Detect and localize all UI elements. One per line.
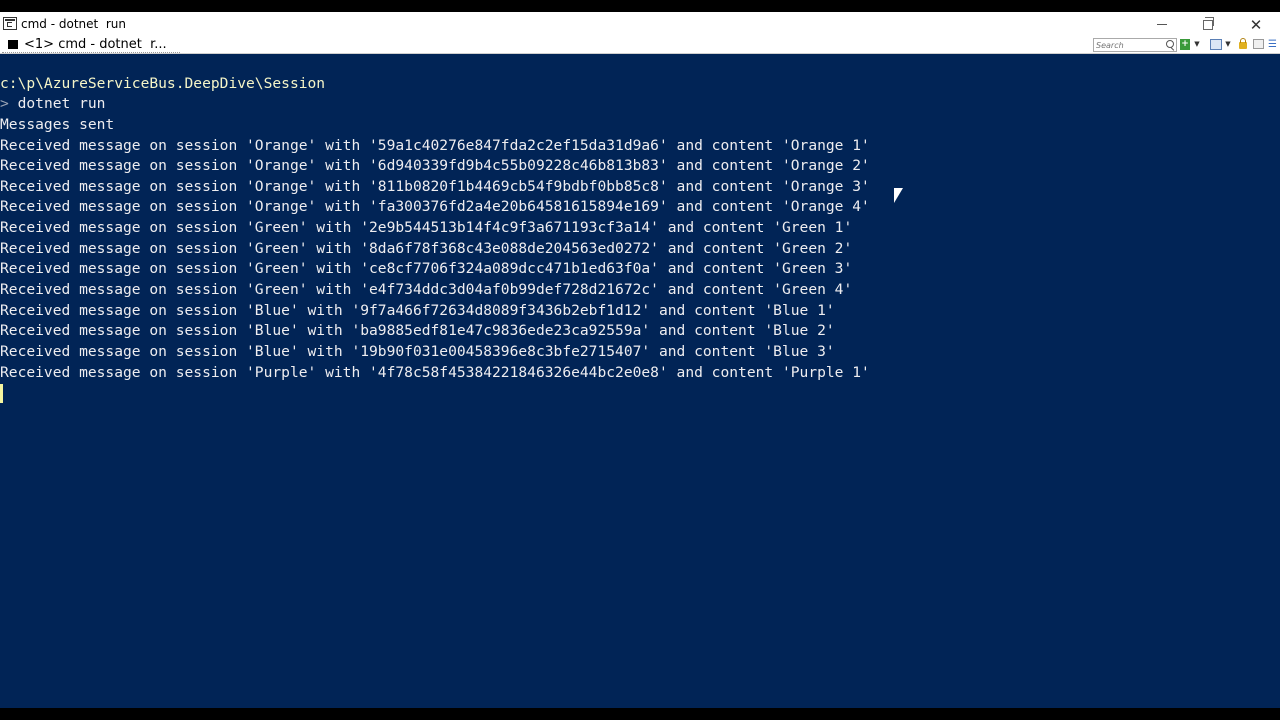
tab-console-1[interactable]: <1> cmd - dotnet r...: [2, 37, 180, 53]
search-input[interactable]: [1096, 39, 1160, 51]
command-line: > dotnet run: [0, 94, 105, 114]
search-icon[interactable]: [1166, 40, 1174, 48]
output-line: Received message on session 'Blue' with …: [0, 322, 835, 339]
window-title: cmd - dotnet run: [21, 17, 126, 31]
text-cursor: [0, 384, 3, 403]
output-line: Received message on session 'Orange' wit…: [0, 178, 870, 195]
minimize-button[interactable]: [1139, 12, 1185, 37]
output-line: Received message on session 'Green' with…: [0, 240, 853, 257]
restore-icon: [1203, 16, 1214, 30]
command-text: dotnet run: [8, 95, 106, 112]
close-button[interactable]: ✕: [1233, 12, 1279, 37]
output-line: Messages sent: [0, 116, 115, 133]
output-line: Received message on session 'Orange' wit…: [0, 198, 870, 215]
output-line: Received message on session 'Blue' with …: [0, 302, 835, 319]
output-line: Received message on session 'Green' with…: [0, 281, 853, 298]
lock-icon[interactable]: [1239, 38, 1247, 49]
output-line: Received message on session 'Green' with…: [0, 219, 853, 236]
title-bar[interactable]: cmd - dotnet run ✕: [0, 12, 1280, 37]
output-line: Received message on session 'Orange' wit…: [0, 137, 870, 154]
output-line: Received message on session 'Orange' wit…: [0, 157, 870, 174]
chevron-down-icon[interactable]: ▼: [1193, 39, 1201, 50]
current-path: c:\p\AzureServiceBus.DeepDive\Session: [0, 75, 326, 92]
output-line: Received message on session 'Blue' with …: [0, 343, 835, 360]
tab-label: <1> cmd - dotnet r...: [24, 37, 167, 52]
console-tab-icon: [8, 40, 18, 49]
chevron-down-icon[interactable]: ▼: [1224, 39, 1232, 50]
console-output-area[interactable]: c:\p\AzureServiceBus.DeepDive\Session > …: [0, 54, 1280, 708]
mouse-pointer-icon: [894, 188, 903, 203]
restore-button[interactable]: [1185, 12, 1231, 37]
minimize-icon: [1157, 24, 1167, 25]
search-box[interactable]: [1093, 38, 1177, 52]
output-line: Received message on session 'Purple' wit…: [0, 364, 870, 381]
menu-icon[interactable]: ☰: [1268, 39, 1277, 50]
close-icon: ✕: [1249, 15, 1263, 34]
console-window: cmd - dotnet run ✕ <1> cmd - dotnet r...…: [0, 12, 1280, 708]
prompt-symbol: >: [0, 95, 9, 112]
console-view-icon[interactable]: [1210, 39, 1222, 50]
tab-bar: <1> cmd - dotnet r... + ▼ ▼ ☰: [0, 37, 1280, 54]
output-line: Received message on session 'Green' with…: [0, 260, 853, 277]
top-letterbox: [0, 0, 1280, 12]
bottom-letterbox: [0, 708, 1280, 720]
split-view-icon[interactable]: [1253, 39, 1264, 49]
add-console-icon[interactable]: +: [1180, 39, 1190, 50]
console-app-icon[interactable]: [3, 17, 17, 30]
